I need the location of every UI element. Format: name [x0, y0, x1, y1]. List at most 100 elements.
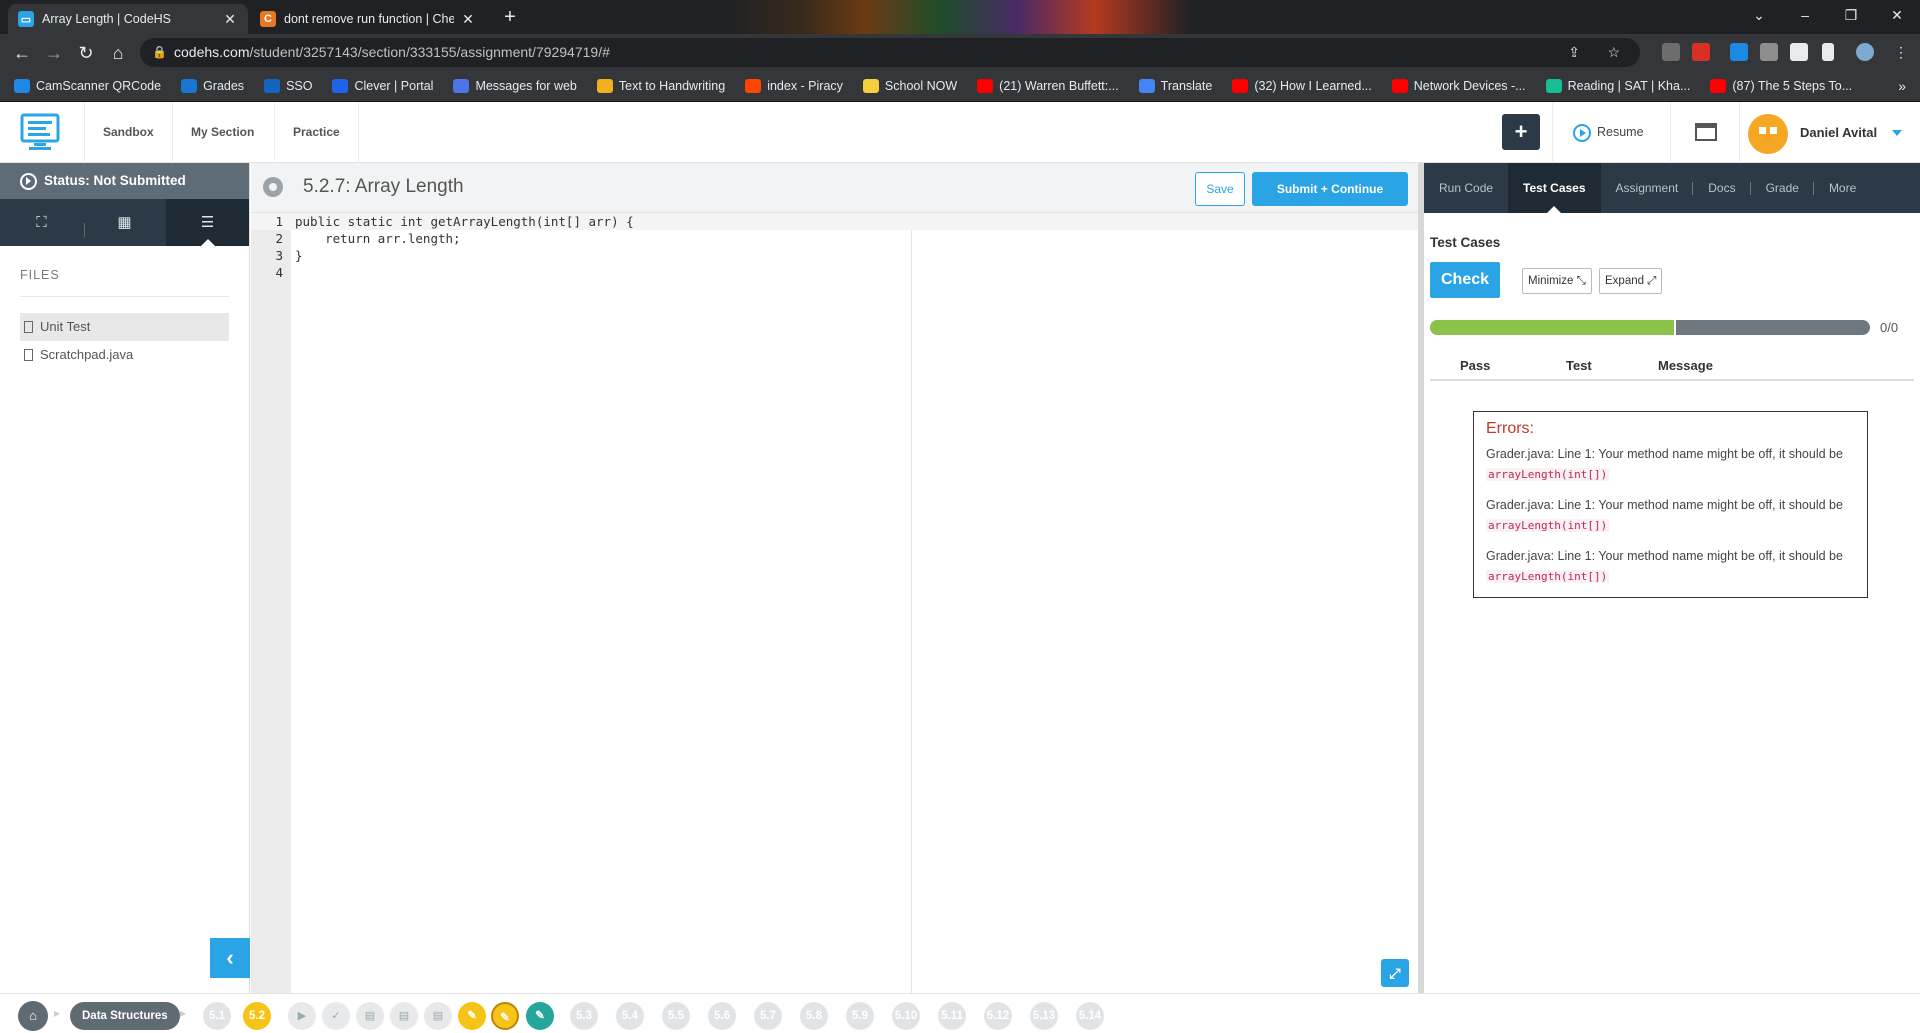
lesson-5-10[interactable]: 5.10 [892, 1002, 920, 1030]
bookmark-item[interactable]: (87) The 5 Steps To... [1710, 79, 1852, 93]
reload-icon[interactable]: ↻ [74, 41, 98, 65]
extensions-puzzle-icon[interactable] [1790, 43, 1808, 61]
collapse-sidebar-button[interactable]: ‹ [210, 938, 250, 978]
gmail-extension-icon[interactable] [1692, 43, 1710, 61]
lesson-5-6[interactable]: 5.6 [708, 1002, 736, 1030]
bookmark-item[interactable]: Translate [1138, 79, 1212, 93]
submit-continue-button[interactable]: Submit + Continue [1252, 172, 1408, 206]
codehs-logo-icon[interactable] [20, 112, 60, 152]
bookmark-item[interactable]: Grades [181, 79, 244, 93]
back-icon[interactable]: ← [10, 41, 34, 65]
extension-stack-icon[interactable] [1760, 43, 1778, 61]
more-bookmarks-icon[interactable]: » [1898, 78, 1906, 94]
nav-my-section[interactable]: My Section [172, 102, 272, 163]
tab-calendar[interactable]: ▦ [83, 199, 166, 246]
video-icon[interactable]: ▶ [288, 1002, 316, 1030]
code-text[interactable]: } [295, 247, 303, 264]
bookmark-item[interactable]: Text to Handwriting [596, 79, 725, 93]
bookmark-item[interactable]: Network Devices -... [1391, 79, 1526, 93]
tab-files[interactable]: ☰ [166, 199, 249, 246]
code-editor[interactable]: 1 public static int getArrayLength(int[]… [251, 213, 1424, 993]
window-layout-button[interactable] [1670, 102, 1740, 163]
code-text[interactable]: public static int getArrayLength(int[] a… [295, 213, 634, 230]
check-item-icon[interactable]: ✓ [322, 1002, 350, 1030]
code-line[interactable]: 1 public static int getArrayLength(int[]… [251, 213, 1424, 230]
lesson-5-5[interactable]: 5.5 [662, 1002, 690, 1030]
tab-more[interactable]: More [1814, 163, 1871, 213]
chevron-down-icon[interactable] [1892, 130, 1902, 136]
file-item-scratchpad[interactable]: Scratchpad.java [20, 341, 229, 369]
browser-tab-active[interactable]: ▭ Array Length | CodeHS ✕ [8, 4, 248, 34]
new-tab-icon[interactable]: + [498, 6, 522, 28]
expand-editor-button[interactable]: ⤢ [1381, 959, 1409, 987]
settings-gear-icon[interactable] [263, 177, 283, 197]
expand-button[interactable]: Expand ⤢ [1599, 268, 1663, 294]
bookmark-item[interactable]: index - Piracy [745, 79, 843, 93]
tab-search-chevron-icon[interactable]: ⌄ [1736, 0, 1782, 30]
lesson-5-3[interactable]: 5.3 [570, 1002, 598, 1030]
bookmark-star-icon[interactable]: ☆ [1607, 38, 1620, 67]
browser-menu-icon[interactable]: ⋮ [1892, 43, 1910, 61]
bookmark-item[interactable]: School NOW [862, 79, 957, 93]
create-plus-button[interactable]: + [1502, 114, 1540, 150]
profile-avatar-icon[interactable] [1856, 43, 1874, 61]
document-icon[interactable]: ▤ [390, 1002, 418, 1030]
resume-button[interactable]: Resume [1552, 102, 1670, 163]
lesson-5-12[interactable]: 5.12 [984, 1002, 1012, 1030]
bookmark-item[interactable]: Clever | Portal [332, 79, 433, 93]
pencil-exercise-current-icon[interactable]: ✎ [491, 1002, 519, 1030]
forward-icon[interactable]: → [42, 41, 66, 65]
bookmark-item[interactable]: SSO [264, 79, 312, 93]
lesson-5-9[interactable]: 5.9 [846, 1002, 874, 1030]
document-icon[interactable]: ▤ [356, 1002, 384, 1030]
home-icon[interactable]: ⌂ [18, 1001, 48, 1031]
home-icon[interactable]: ⌂ [106, 41, 130, 65]
tab-grade[interactable]: Grade [1751, 163, 1814, 213]
tab-docs[interactable]: Docs [1693, 163, 1751, 213]
minimize-window-icon[interactable]: – [1782, 0, 1828, 30]
lesson-5-14[interactable]: 5.14 [1076, 1002, 1104, 1030]
close-window-icon[interactable]: ✕ [1874, 0, 1920, 30]
extension-p-icon[interactable] [1730, 43, 1748, 61]
code-line[interactable]: 2 return arr.length; [251, 230, 1424, 247]
tab-assignment[interactable]: Assignment [1601, 163, 1694, 213]
browser-tab[interactable]: C dont remove run function | Cheg ✕ [250, 4, 486, 34]
close-tab-icon[interactable]: ✕ [460, 11, 476, 28]
lesson-5-8[interactable]: 5.8 [800, 1002, 828, 1030]
bookmark-item[interactable]: Messages for web [453, 79, 577, 93]
tab-map[interactable]: ⛶ [0, 199, 83, 246]
lesson-5-11[interactable]: 5.11 [938, 1002, 966, 1030]
nav-practice[interactable]: Practice [274, 102, 359, 163]
restore-window-icon[interactable]: ❐ [1828, 0, 1874, 30]
avatar[interactable] [1748, 114, 1788, 154]
pencil-exercise-icon[interactable]: ✎ [458, 1002, 486, 1030]
address-bar[interactable]: 🔒 codehs.com/student/3257143/section/333… [140, 38, 1640, 67]
bookmark-item[interactable]: Reading | SAT | Kha... [1545, 79, 1690, 93]
share-icon[interactable]: ⇪ [1568, 38, 1580, 67]
save-button[interactable]: Save [1195, 172, 1245, 206]
side-panel-icon[interactable] [1822, 43, 1834, 61]
lesson-5-13[interactable]: 5.13 [1030, 1002, 1058, 1030]
lesson-5-4[interactable]: 5.4 [616, 1002, 644, 1030]
nav-sandbox[interactable]: Sandbox [84, 102, 172, 163]
code-line[interactable]: 4 [251, 264, 1424, 281]
tab-run-code[interactable]: Run Code [1424, 163, 1508, 213]
document-icon[interactable]: ▤ [424, 1002, 452, 1030]
unit-breadcrumb[interactable]: Data Structures [70, 1002, 180, 1030]
file-item-unit-test[interactable]: Unit Test [20, 313, 229, 341]
lesson-5-1[interactable]: 5.1 [203, 1002, 231, 1030]
bookmark-item[interactable]: CamScanner QRCode [14, 79, 161, 93]
lesson-5-7[interactable]: 5.7 [754, 1002, 782, 1030]
extension-k-icon[interactable] [1662, 43, 1680, 61]
lesson-5-2-current[interactable]: 5.2 [243, 1002, 271, 1030]
bookmark-item[interactable]: (32) How I Learned... [1232, 79, 1372, 93]
tab-test-cases[interactable]: Test Cases [1508, 163, 1601, 213]
minimize-button[interactable]: Minimize ⤡ [1522, 268, 1592, 294]
check-button[interactable]: Check [1430, 262, 1500, 298]
pencil-exercise-done-icon[interactable]: ✎ [526, 1002, 554, 1030]
close-tab-icon[interactable]: ✕ [222, 11, 238, 28]
code-text[interactable]: return arr.length; [295, 230, 460, 247]
code-line[interactable]: 3 } [251, 247, 1424, 264]
user-name[interactable]: Daniel Avital [1800, 102, 1877, 163]
bookmark-item[interactable]: (21) Warren Buffett:... [977, 79, 1119, 93]
